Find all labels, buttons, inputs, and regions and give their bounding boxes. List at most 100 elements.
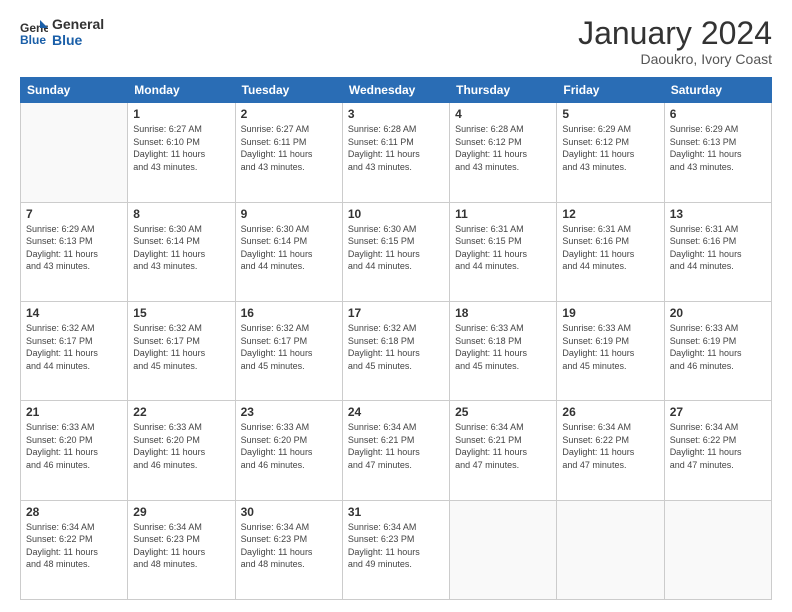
- calendar-cell: 18 Sunrise: 6:33 AM Sunset: 6:18 PM Dayli…: [450, 301, 557, 400]
- day-detail: Sunrise: 6:34 AM Sunset: 6:21 PM Dayligh…: [455, 421, 551, 471]
- calendar-cell: 24 Sunrise: 6:34 AM Sunset: 6:21 PM Dayli…: [342, 401, 449, 500]
- logo-line1: General: [52, 16, 104, 32]
- day-detail: Sunrise: 6:31 AM Sunset: 6:16 PM Dayligh…: [562, 223, 658, 273]
- day-detail: Sunrise: 6:34 AM Sunset: 6:23 PM Dayligh…: [241, 521, 337, 571]
- col-header-tuesday: Tuesday: [235, 78, 342, 103]
- day-detail: Sunrise: 6:27 AM Sunset: 6:11 PM Dayligh…: [241, 123, 337, 173]
- day-number: 11: [455, 207, 551, 221]
- day-number: 18: [455, 306, 551, 320]
- calendar-cell: 14 Sunrise: 6:32 AM Sunset: 6:17 PM Dayli…: [21, 301, 128, 400]
- day-detail: Sunrise: 6:32 AM Sunset: 6:17 PM Dayligh…: [241, 322, 337, 372]
- day-number: 26: [562, 405, 658, 419]
- day-number: 14: [26, 306, 122, 320]
- day-detail: Sunrise: 6:34 AM Sunset: 6:22 PM Dayligh…: [562, 421, 658, 471]
- day-number: 23: [241, 405, 337, 419]
- calendar-cell: 11 Sunrise: 6:31 AM Sunset: 6:15 PM Dayli…: [450, 202, 557, 301]
- day-number: 15: [133, 306, 229, 320]
- day-detail: Sunrise: 6:34 AM Sunset: 6:22 PM Dayligh…: [26, 521, 122, 571]
- calendar-cell: 3 Sunrise: 6:28 AM Sunset: 6:11 PM Daylig…: [342, 103, 449, 202]
- day-detail: Sunrise: 6:29 AM Sunset: 6:13 PM Dayligh…: [670, 123, 766, 173]
- day-number: 27: [670, 405, 766, 419]
- calendar-cell: 1 Sunrise: 6:27 AM Sunset: 6:10 PM Daylig…: [128, 103, 235, 202]
- svg-text:Blue: Blue: [20, 33, 46, 46]
- day-number: 25: [455, 405, 551, 419]
- day-number: 13: [670, 207, 766, 221]
- day-number: 1: [133, 107, 229, 121]
- day-detail: Sunrise: 6:27 AM Sunset: 6:10 PM Dayligh…: [133, 123, 229, 173]
- day-detail: Sunrise: 6:32 AM Sunset: 6:17 PM Dayligh…: [26, 322, 122, 372]
- day-number: 12: [562, 207, 658, 221]
- calendar-cell: 12 Sunrise: 6:31 AM Sunset: 6:16 PM Dayli…: [557, 202, 664, 301]
- calendar-cell: 7 Sunrise: 6:29 AM Sunset: 6:13 PM Daylig…: [21, 202, 128, 301]
- day-number: 16: [241, 306, 337, 320]
- calendar-week-3: 14 Sunrise: 6:32 AM Sunset: 6:17 PM Dayli…: [21, 301, 772, 400]
- calendar-cell: 8 Sunrise: 6:30 AM Sunset: 6:14 PM Daylig…: [128, 202, 235, 301]
- day-number: 9: [241, 207, 337, 221]
- day-number: 20: [670, 306, 766, 320]
- calendar-week-5: 28 Sunrise: 6:34 AM Sunset: 6:22 PM Dayli…: [21, 500, 772, 599]
- calendar-cell: 23 Sunrise: 6:33 AM Sunset: 6:20 PM Dayli…: [235, 401, 342, 500]
- calendar-cell: 19Sunrise: 6:33 AM Sunset: 6:19 PM Dayli…: [557, 301, 664, 400]
- day-number: 3: [348, 107, 444, 121]
- day-number: 30: [241, 505, 337, 519]
- calendar-cell: 15 Sunrise: 6:32 AM Sunset: 6:17 PM Dayli…: [128, 301, 235, 400]
- calendar-cell: 6 Sunrise: 6:29 AM Sunset: 6:13 PM Daylig…: [664, 103, 771, 202]
- day-number: 17: [348, 306, 444, 320]
- day-detail: Sunrise: 6:32 AM Sunset: 6:18 PM Dayligh…: [348, 322, 444, 372]
- day-detail: Sunrise: 6:34 AM Sunset: 6:22 PM Dayligh…: [670, 421, 766, 471]
- day-detail: Sunrise: 6:28 AM Sunset: 6:12 PM Dayligh…: [455, 123, 551, 173]
- day-number: 7: [26, 207, 122, 221]
- calendar-cell: 27 Sunrise: 6:34 AM Sunset: 6:22 PM Dayli…: [664, 401, 771, 500]
- day-number: 24: [348, 405, 444, 419]
- calendar-week-1: 1 Sunrise: 6:27 AM Sunset: 6:10 PM Daylig…: [21, 103, 772, 202]
- calendar-cell: 28 Sunrise: 6:34 AM Sunset: 6:22 PM Dayli…: [21, 500, 128, 599]
- subtitle: Daoukro, Ivory Coast: [578, 51, 772, 67]
- calendar-cell: 29 Sunrise: 6:34 AM Sunset: 6:23 PM Dayli…: [128, 500, 235, 599]
- col-header-sunday: Sunday: [21, 78, 128, 103]
- calendar-header-row: Sunday Monday Tuesday Wednesday Thursday…: [21, 78, 772, 103]
- day-number: 19: [562, 306, 658, 320]
- day-number: 8: [133, 207, 229, 221]
- calendar-cell: 9Sunrise: 6:30 AM Sunset: 6:14 PM Daylig…: [235, 202, 342, 301]
- day-number: 10: [348, 207, 444, 221]
- day-detail: Sunrise: 6:33 AM Sunset: 6:20 PM Dayligh…: [241, 421, 337, 471]
- day-detail: Sunrise: 6:31 AM Sunset: 6:16 PM Dayligh…: [670, 223, 766, 273]
- col-header-wednesday: Wednesday: [342, 78, 449, 103]
- calendar-cell: 31Sunrise: 6:34 AM Sunset: 6:23 PM Dayli…: [342, 500, 449, 599]
- col-header-thursday: Thursday: [450, 78, 557, 103]
- day-detail: Sunrise: 6:33 AM Sunset: 6:19 PM Dayligh…: [670, 322, 766, 372]
- day-detail: Sunrise: 6:32 AM Sunset: 6:17 PM Dayligh…: [133, 322, 229, 372]
- col-header-friday: Friday: [557, 78, 664, 103]
- calendar-cell: 17 Sunrise: 6:32 AM Sunset: 6:18 PM Dayli…: [342, 301, 449, 400]
- calendar-cell: [664, 500, 771, 599]
- day-detail: Sunrise: 6:28 AM Sunset: 6:11 PM Dayligh…: [348, 123, 444, 173]
- day-number: 21: [26, 405, 122, 419]
- day-detail: Sunrise: 6:33 AM Sunset: 6:18 PM Dayligh…: [455, 322, 551, 372]
- calendar-cell: [450, 500, 557, 599]
- day-number: 5: [562, 107, 658, 121]
- calendar-table: Sunday Monday Tuesday Wednesday Thursday…: [20, 77, 772, 600]
- calendar-cell: 22Sunrise: 6:33 AM Sunset: 6:20 PM Dayli…: [128, 401, 235, 500]
- day-number: 28: [26, 505, 122, 519]
- day-number: 2: [241, 107, 337, 121]
- day-number: 29: [133, 505, 229, 519]
- calendar-cell: 25 Sunrise: 6:34 AM Sunset: 6:21 PM Dayli…: [450, 401, 557, 500]
- calendar-cell: 16 Sunrise: 6:32 AM Sunset: 6:17 PM Dayli…: [235, 301, 342, 400]
- day-detail: Sunrise: 6:30 AM Sunset: 6:15 PM Dayligh…: [348, 223, 444, 273]
- day-detail: Sunrise: 6:30 AM Sunset: 6:14 PM Dayligh…: [133, 223, 229, 273]
- calendar-week-2: 7 Sunrise: 6:29 AM Sunset: 6:13 PM Daylig…: [21, 202, 772, 301]
- calendar-cell: 30 Sunrise: 6:34 AM Sunset: 6:23 PM Dayli…: [235, 500, 342, 599]
- calendar-cell: [21, 103, 128, 202]
- calendar-cell: 5Sunrise: 6:29 AM Sunset: 6:12 PM Daylig…: [557, 103, 664, 202]
- calendar-week-4: 21 Sunrise: 6:33 AM Sunset: 6:20 PM Dayli…: [21, 401, 772, 500]
- day-detail: Sunrise: 6:31 AM Sunset: 6:15 PM Dayligh…: [455, 223, 551, 273]
- day-number: 6: [670, 107, 766, 121]
- header: General Blue General Blue January 2024 D…: [20, 16, 772, 67]
- col-header-monday: Monday: [128, 78, 235, 103]
- calendar-cell: 10 Sunrise: 6:30 AM Sunset: 6:15 PM Dayli…: [342, 202, 449, 301]
- day-detail: Sunrise: 6:34 AM Sunset: 6:21 PM Dayligh…: [348, 421, 444, 471]
- calendar-cell: 4Sunrise: 6:28 AM Sunset: 6:12 PM Daylig…: [450, 103, 557, 202]
- day-detail: Sunrise: 6:34 AM Sunset: 6:23 PM Dayligh…: [133, 521, 229, 571]
- day-detail: Sunrise: 6:29 AM Sunset: 6:13 PM Dayligh…: [26, 223, 122, 273]
- calendar-cell: 20 Sunrise: 6:33 AM Sunset: 6:19 PM Dayli…: [664, 301, 771, 400]
